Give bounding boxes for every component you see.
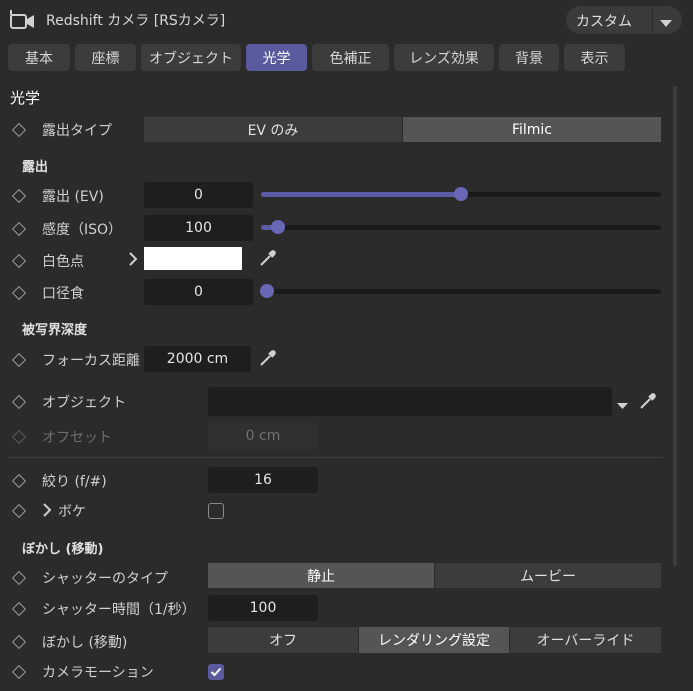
exposure-type-label: 露出タイプ [42, 123, 112, 139]
scrollbar[interactable] [673, 86, 677, 566]
fstop-field[interactable]: 16 [208, 467, 318, 493]
camera-icon [10, 8, 36, 36]
exposure-ev-slider-handle[interactable] [454, 187, 468, 201]
shutter-type-label: シャッターのタイプ [42, 571, 168, 587]
eyedropper-icon[interactable] [638, 391, 658, 415]
iso-slider-handle[interactable] [271, 220, 285, 234]
preset-divider [652, 8, 653, 32]
keyframe-diamond-icon[interactable] [11, 601, 27, 617]
fstop-label: 絞り (f/#) [42, 474, 107, 490]
exposure-type-ev-only[interactable]: EV のみ [144, 117, 402, 142]
chevron-right-icon[interactable] [42, 503, 52, 521]
keyframe-diamond-icon[interactable] [11, 188, 27, 204]
vignetting-label: 口径食 [42, 286, 84, 302]
keyframe-diamond-icon[interactable] [11, 122, 27, 138]
checkmark-icon [210, 667, 222, 677]
iso-slider-track[interactable] [261, 225, 661, 230]
keyframe-diamond-icon[interactable] [11, 570, 27, 586]
camera-motion-label: カメラモーション [42, 665, 154, 681]
keyframe-diamond-icon[interactable] [11, 394, 27, 410]
motion-blur-label: ぼかし (移動) [42, 635, 128, 651]
offset-field: 0 cm [208, 423, 318, 449]
tab-lens-effects[interactable]: レンズ効果 [394, 44, 494, 71]
keyframe-diamond-icon[interactable] [11, 664, 27, 680]
group-exposure: 露出 [22, 160, 49, 175]
bokeh-label: ボケ [58, 504, 86, 520]
tab-color-correction[interactable]: 色補正 [312, 44, 389, 71]
group-depth-of-field: 被写界深度 [22, 323, 88, 338]
tab-background[interactable]: 背景 [499, 44, 559, 71]
exposure-ev-label: 露出 (EV) [42, 189, 104, 205]
focus-distance-label: フォーカス距離 [42, 353, 140, 369]
tab-display[interactable]: 表示 [564, 44, 625, 71]
offset-label: オフセット [42, 430, 112, 446]
focus-distance-field[interactable]: 2000 cm [144, 346, 251, 372]
object-label: オブジェクト [42, 395, 126, 411]
section-divider [8, 457, 663, 458]
vignetting-field[interactable]: 0 [144, 279, 253, 305]
group-motion-blur: ぼかし (移動) [22, 542, 104, 557]
eyedropper-icon[interactable] [258, 248, 278, 272]
motion-blur-off[interactable]: オフ [208, 627, 358, 653]
bokeh-checkbox[interactable] [208, 503, 224, 519]
vignetting-slider-track[interactable] [261, 289, 661, 294]
shutter-type-movie[interactable]: ムービー [435, 563, 661, 588]
keyframe-diamond-icon[interactable] [11, 352, 27, 368]
motion-blur-render-settings[interactable]: レンダリング設定 [359, 627, 509, 653]
keyframe-diamond-icon[interactable] [11, 503, 27, 519]
shutter-type-still[interactable]: 静止 [208, 563, 434, 588]
object-link-field[interactable] [208, 387, 612, 416]
shutter-time-label: シャッター時間（1/秒） [42, 602, 196, 618]
exposure-ev-field[interactable]: 0 [144, 182, 253, 208]
keyframe-diamond-icon[interactable] [11, 221, 27, 237]
eyedropper-icon[interactable] [258, 348, 278, 372]
shutter-time-field[interactable]: 100 [208, 595, 318, 621]
keyframe-diamond-icon[interactable] [11, 253, 27, 269]
camera-motion-checkbox[interactable] [208, 664, 224, 680]
keyframe-diamond-icon[interactable] [11, 634, 27, 650]
motion-blur-override[interactable]: オーバーライド [510, 627, 661, 653]
white-point-color-swatch[interactable] [144, 247, 242, 270]
window-title: Redshift カメラ [RSカメラ] [46, 13, 226, 29]
chevron-right-icon[interactable] [128, 252, 138, 270]
white-point-label: 白色点 [42, 254, 84, 270]
chevron-down-icon[interactable] [660, 16, 672, 32]
preset-label: カスタム [576, 14, 632, 30]
iso-label: 感度（ISO） [42, 222, 123, 238]
vignetting-slider-handle[interactable] [260, 284, 274, 298]
exposure-ev-slider-fill [261, 192, 461, 197]
keyframe-diamond-icon[interactable] [11, 285, 27, 301]
chevron-down-icon[interactable] [617, 398, 628, 414]
keyframe-diamond-icon[interactable] [11, 473, 27, 489]
section-title: 光学 [10, 89, 41, 107]
iso-field[interactable]: 100 [144, 215, 253, 241]
tab-basic[interactable]: 基本 [8, 44, 70, 71]
tab-coordinates[interactable]: 座標 [75, 44, 136, 71]
exposure-type-filmic[interactable]: Filmic [403, 117, 661, 142]
tab-optics[interactable]: 光学 [246, 44, 307, 71]
tab-object[interactable]: オブジェクト [141, 44, 241, 71]
keyframe-diamond-icon [11, 429, 27, 445]
